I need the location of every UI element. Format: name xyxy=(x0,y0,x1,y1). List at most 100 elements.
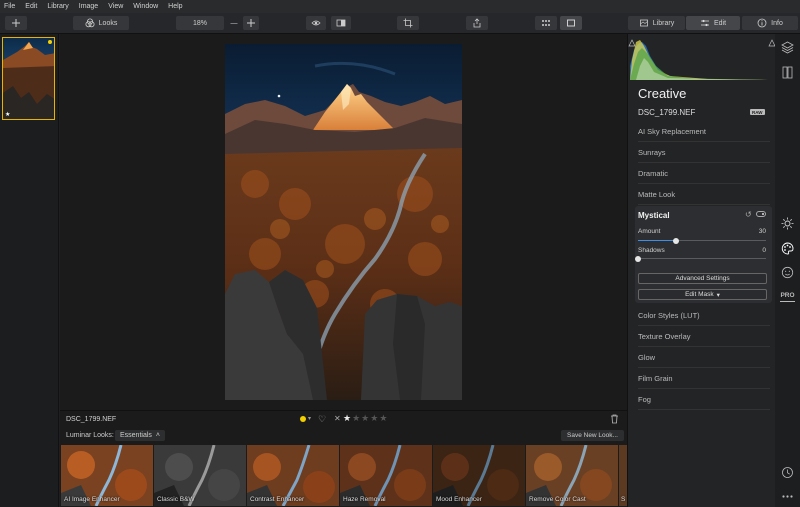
amount-label: Amount xyxy=(638,228,661,235)
grid-view-button[interactable] xyxy=(535,16,557,30)
look-thumbnail[interactable]: Classic B&W xyxy=(154,445,246,506)
sliders-icon xyxy=(700,19,709,27)
color-label-dot[interactable] xyxy=(300,416,306,422)
pro-tools-icon[interactable]: PRO xyxy=(780,292,795,302)
reset-icon[interactable]: ↺ xyxy=(745,210,752,219)
reject-x-icon[interactable]: ✕ xyxy=(334,414,341,423)
menu-library[interactable]: Library xyxy=(47,3,68,10)
info-label: Info xyxy=(771,19,783,27)
tool-film-grain[interactable]: Film Grain xyxy=(638,368,770,389)
history-icon[interactable] xyxy=(781,466,794,479)
library-icon xyxy=(639,19,648,27)
menu-window[interactable]: Window xyxy=(133,3,158,10)
menu-help[interactable]: Help xyxy=(168,3,182,10)
canvas-crop-icon[interactable] xyxy=(781,66,794,79)
star-icon[interactable]: ★ xyxy=(352,413,361,423)
thumbnail-flag xyxy=(48,40,52,44)
thumbnail-star-icon: ★ xyxy=(5,112,11,118)
edit-mask-label: Edit Mask xyxy=(685,291,714,298)
panel-title: Creative xyxy=(638,86,687,101)
shadows-slider-handle[interactable] xyxy=(635,255,641,262)
zoom-out-button[interactable]: — xyxy=(227,16,241,30)
compare-button[interactable] xyxy=(331,16,351,30)
looks-collection-label: Essentials xyxy=(120,432,152,439)
look-thumbnail[interactable]: Contrast Enhancer xyxy=(247,445,339,506)
save-new-look-button[interactable]: Save New Look... xyxy=(561,430,624,441)
share-button[interactable] xyxy=(466,16,488,30)
favorite-heart-icon[interactable]: ♡ xyxy=(318,414,326,425)
tool-ai-sky-replacement[interactable]: AI Sky Replacement xyxy=(638,121,770,142)
filmstrip-thumbnail[interactable]: ★ xyxy=(2,37,55,120)
amount-slider-handle[interactable] xyxy=(673,237,680,244)
tool-color-styles-lut[interactable]: Color Styles (LUT) xyxy=(638,305,770,326)
save-new-look-label: Save New Look... xyxy=(567,432,618,439)
menu-image[interactable]: Image xyxy=(79,3,98,10)
star-icon[interactable]: ★ xyxy=(370,413,379,423)
tool-glow[interactable]: Glow xyxy=(638,347,770,368)
amount-value: 30 xyxy=(758,228,766,235)
star-rating[interactable]: ★★★★★ xyxy=(343,413,388,424)
more-options-icon[interactable] xyxy=(781,490,794,503)
zoom-in-button[interactable] xyxy=(243,16,259,30)
info-tab[interactable]: Info xyxy=(742,16,798,30)
compare-icon xyxy=(336,19,346,27)
advanced-settings-label: Advanced Settings xyxy=(675,275,730,282)
image-info-bar: DSC_1799.NEF ▾ ♡ ✕ ★★★★★ xyxy=(60,410,627,428)
menu-file[interactable]: File xyxy=(4,3,15,10)
main-photo xyxy=(225,44,462,400)
look-label: Contrast Enhancer xyxy=(250,496,305,503)
advanced-settings-button[interactable]: Advanced Settings xyxy=(638,273,767,284)
sun-essentials-icon[interactable] xyxy=(781,217,794,230)
raw-badge: RAW xyxy=(750,109,765,115)
look-thumbnail[interactable]: AI Image Enhancer xyxy=(61,445,153,506)
photo-image xyxy=(225,44,462,400)
luminar-looks-label: Luminar Looks: xyxy=(66,432,114,439)
zoom-dropdown[interactable]: 18% xyxy=(176,16,224,30)
star-icon[interactable]: ★ xyxy=(379,413,388,423)
menu-bar: File Edit Library Image View Window Help xyxy=(0,0,800,13)
add-image-button[interactable] xyxy=(5,16,27,30)
shadows-slider[interactable] xyxy=(635,255,766,262)
looks-button[interactable]: Looks xyxy=(73,16,129,30)
share-icon xyxy=(473,18,481,28)
layers-icon[interactable] xyxy=(781,41,794,54)
look-label: Remove Color Cast xyxy=(529,496,586,503)
looks-collection-dropdown[interactable]: Essentials ˄ xyxy=(115,430,165,441)
plus-icon xyxy=(12,19,20,27)
menu-edit[interactable]: Edit xyxy=(25,3,37,10)
library-tab[interactable]: Library xyxy=(628,16,685,30)
look-thumbnail[interactable]: S xyxy=(619,445,627,506)
preview-button[interactable] xyxy=(306,16,326,30)
looks-strip: AI Image Enhancer Classic B&W Contrast E… xyxy=(60,444,627,507)
star-icon[interactable]: ★ xyxy=(361,413,370,423)
panel-filename: DSC_1799.NEF xyxy=(638,108,696,117)
visibility-toggle[interactable] xyxy=(756,211,766,217)
single-view-button[interactable] xyxy=(560,16,582,30)
star-icon[interactable]: ★ xyxy=(343,413,352,423)
tool-sunrays[interactable]: Sunrays xyxy=(638,142,770,163)
edit-mask-button[interactable]: Edit Mask ▾ xyxy=(638,289,767,300)
palette-creative-icon[interactable] xyxy=(781,242,794,255)
tool-dramatic[interactable]: Dramatic xyxy=(638,163,770,184)
plus-icon xyxy=(247,19,255,27)
crop-button[interactable] xyxy=(397,16,419,30)
trash-icon[interactable] xyxy=(610,414,619,424)
caret-down-icon: ▾ xyxy=(716,291,720,299)
look-label: AI Image Enhancer xyxy=(64,496,120,503)
library-label: Library xyxy=(652,19,675,27)
edit-tab[interactable]: Edit xyxy=(686,16,740,30)
color-label-dropdown-icon[interactable]: ▾ xyxy=(308,415,311,422)
face-portrait-icon[interactable] xyxy=(781,266,794,279)
crop-icon xyxy=(403,18,413,28)
amount-slider[interactable] xyxy=(638,237,766,244)
tool-fog[interactable]: Fog xyxy=(638,389,770,410)
image-canvas[interactable] xyxy=(60,34,627,410)
look-thumbnail[interactable]: Mood Enhancer xyxy=(433,445,525,506)
look-thumbnail[interactable]: Remove Color Cast xyxy=(526,445,618,506)
thumbnail-image xyxy=(3,38,54,119)
tool-texture-overlay[interactable]: Texture Overlay xyxy=(638,326,770,347)
filmstrip: ★ xyxy=(0,34,59,507)
tool-matte-look[interactable]: Matte Look xyxy=(638,184,770,205)
look-thumbnail[interactable]: Haze Removal xyxy=(340,445,432,506)
menu-view[interactable]: View xyxy=(108,3,123,10)
